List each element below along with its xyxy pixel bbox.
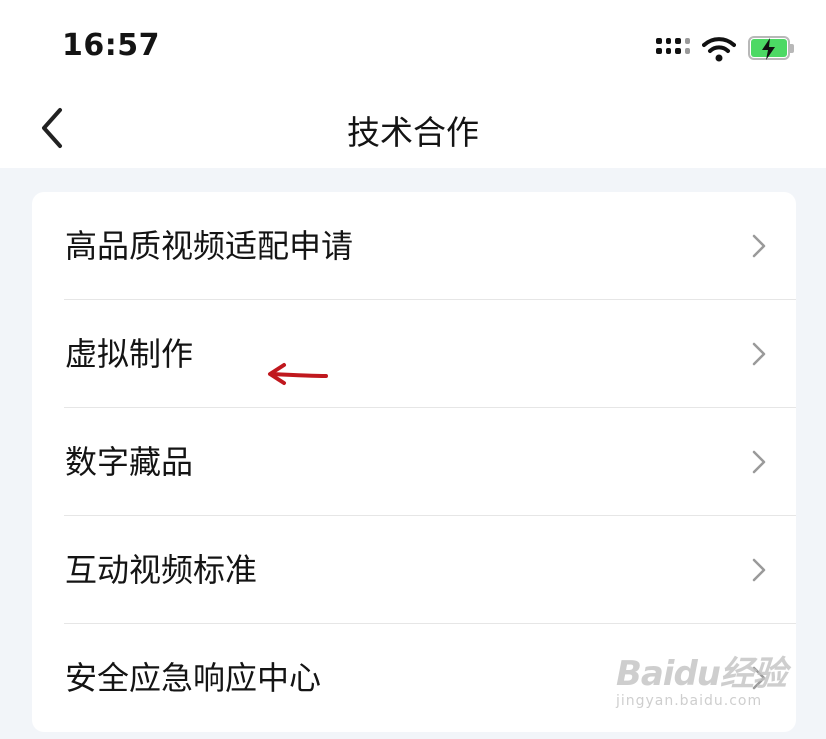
status-time: 16:57 xyxy=(62,28,160,63)
cellular-signal-icon xyxy=(656,38,690,60)
battery-charging-icon xyxy=(748,36,796,62)
top-bar: 16:57 技术合作 xyxy=(0,0,826,168)
annotation-arrow-icon xyxy=(268,363,328,385)
chevron-right-icon xyxy=(752,450,766,474)
list-item-virtual-production[interactable]: 虚拟制作 xyxy=(32,300,796,408)
chevron-right-icon xyxy=(752,342,766,366)
list-item-label: 虚拟制作 xyxy=(65,335,194,373)
list-item-label: 互动视频标准 xyxy=(65,551,258,589)
list-item-label: 高品质视频适配申请 xyxy=(65,227,354,265)
chevron-right-icon xyxy=(752,558,766,582)
list-item-interactive-video-standard[interactable]: 互动视频标准 xyxy=(32,516,796,624)
list-item-hq-video-apply[interactable]: 高品质视频适配申请 xyxy=(32,192,796,300)
list-item-label: 安全应急响应中心 xyxy=(65,659,322,697)
watermark: Baidu经验 jingyan.baidu.com xyxy=(615,646,787,709)
watermark-url: jingyan.baidu.com xyxy=(615,693,763,709)
page-title: 技术合作 xyxy=(347,113,479,152)
list-item-label: 数字藏品 xyxy=(65,443,194,481)
chevron-right-icon xyxy=(752,234,766,258)
watermark-brand: Baidu经验 xyxy=(615,654,787,694)
list-item-digital-collectibles[interactable]: 数字藏品 xyxy=(32,408,796,516)
status-icons xyxy=(656,32,796,66)
wifi-icon xyxy=(702,37,736,62)
